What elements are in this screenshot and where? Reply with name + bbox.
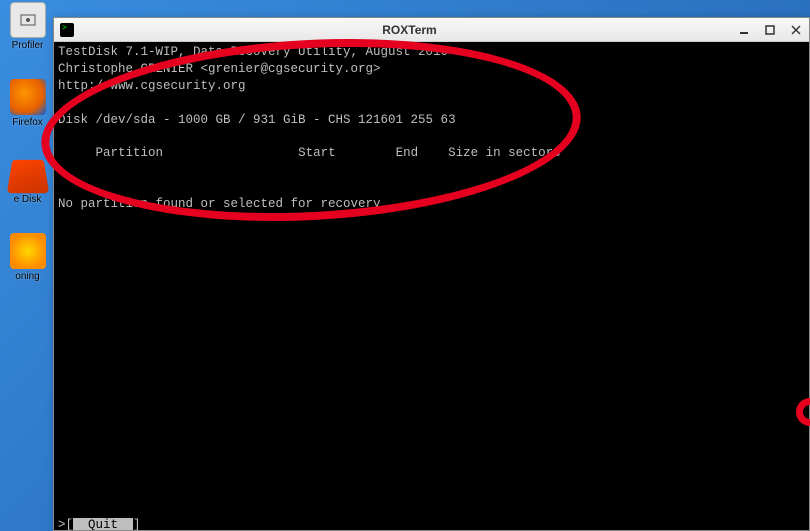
desktop-icon-label: oning xyxy=(0,271,55,282)
no-partition-message: No partition found or selected for recov… xyxy=(58,197,381,211)
minimize-icon xyxy=(739,25,749,35)
titlebar[interactable]: ROXTerm xyxy=(54,18,809,42)
testdisk-version: TestDisk 7.1-WIP, Data Recovery Utility,… xyxy=(58,45,448,59)
col-size: Size in sectors xyxy=(448,146,561,160)
maximize-icon xyxy=(765,25,775,35)
terminal-window: ROXTerm TestDisk 7.1-WIP, Data Recovery … xyxy=(53,17,810,531)
col-start: Start xyxy=(298,146,336,160)
flame-icon xyxy=(10,233,46,269)
close-icon xyxy=(791,25,801,35)
desktop-icon-oning[interactable]: oning xyxy=(0,233,55,282)
terminal-content[interactable]: TestDisk 7.1-WIP, Data Recovery Utility,… xyxy=(54,42,809,530)
desktop-icon-label: e Disk xyxy=(0,194,55,205)
terminal-icon xyxy=(60,23,74,37)
window-controls xyxy=(737,23,803,37)
desktop-icon-profiler[interactable]: Profiler xyxy=(0,2,55,51)
disk-icon xyxy=(6,160,48,193)
prompt-suffix: ] xyxy=(133,518,141,531)
profiler-icon xyxy=(10,2,46,38)
testdisk-author: Christophe GRENIER <grenier@cgsecurity.o… xyxy=(58,62,381,76)
maximize-button[interactable] xyxy=(763,23,777,37)
desktop-icon-disk[interactable]: e Disk xyxy=(0,156,55,205)
desktop-icon-label: Profiler xyxy=(0,40,55,51)
testdisk-url: http://www.cgsecurity.org xyxy=(58,79,246,93)
close-button[interactable] xyxy=(789,23,803,37)
minimize-button[interactable] xyxy=(737,23,751,37)
col-end: End xyxy=(396,146,419,160)
disk-info: Disk /dev/sda - 1000 GB / 931 GiB - CHS … xyxy=(58,113,456,127)
prompt-prefix: >[ xyxy=(58,518,73,531)
desktop-icon-firefox[interactable]: Firefox xyxy=(0,79,55,128)
col-partition: Partition xyxy=(96,146,164,160)
quit-button[interactable]: Quit xyxy=(73,518,133,531)
firefox-icon xyxy=(10,79,46,115)
desktop-icon-label: Firefox xyxy=(0,117,55,128)
desktop: Profiler Firefox e Disk oning xyxy=(0,0,55,531)
window-title: ROXTerm xyxy=(82,23,737,37)
